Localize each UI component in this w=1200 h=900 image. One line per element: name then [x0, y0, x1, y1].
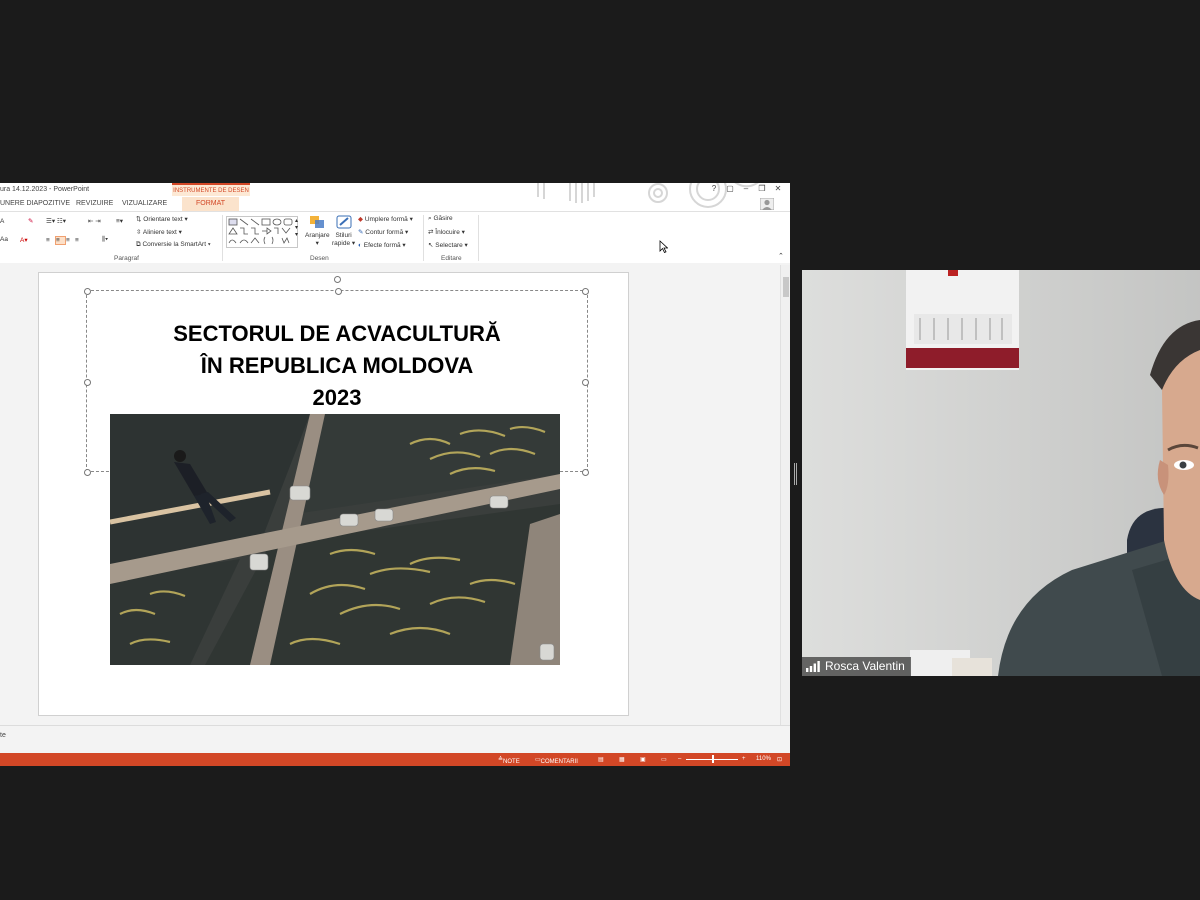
cursor-icon: ↖: [428, 242, 434, 249]
find-icon: ⌕: [428, 215, 432, 222]
zoom-out-button[interactable]: –: [678, 756, 681, 762]
smartart-button[interactable]: ⧉ Conversie la SmartArt ▾: [136, 241, 211, 249]
scroll-thumb[interactable]: [783, 277, 789, 297]
context-tab-group: INSTRUMENTE DE DESEN: [172, 183, 250, 196]
tab-slide-show[interactable]: UNERE DIAPOZITIVE: [0, 200, 70, 207]
tab-review[interactable]: REVIZUIRE: [76, 200, 113, 207]
align-text-button[interactable]: ⇳ Aliniere text ▾: [136, 228, 182, 236]
close-button[interactable]: ✕: [770, 184, 786, 193]
ribbon-tabs: UNERE DIAPOZITIVE REVIZUIRE VIZUALIZARE …: [0, 197, 790, 211]
window-title: ura 14.12.2023 - PowerPoint: [0, 186, 90, 193]
shape-effects-button[interactable]: ◐ Efecte formă ▾: [358, 241, 406, 249]
fit-slide-icon[interactable]: ⊡: [777, 756, 782, 763]
collapse-ribbon-icon[interactable]: ⌃: [778, 252, 784, 260]
paragraph-group-label: Paragraf: [114, 255, 139, 262]
ruler: [0, 263, 790, 271]
shape-fill-button[interactable]: ◆ Umplere formă ▾: [358, 215, 413, 223]
align-icons[interactable]: ≡ ≡ ≡ ≡: [46, 236, 84, 245]
arrange-button[interactable]: Aranjare ▾: [305, 214, 330, 247]
replace-icon: ⇄: [428, 229, 434, 236]
participant-name: Rosca Valentin: [825, 659, 905, 673]
help-button[interactable]: ?: [706, 184, 722, 193]
participant-video-frame: [802, 270, 1200, 676]
find-button[interactable]: ⌕ Găsire: [428, 215, 453, 223]
zoom-level[interactable]: 110%: [756, 756, 771, 762]
participant-video[interactable]: [802, 270, 1200, 676]
quick-styles-icon: [336, 215, 352, 229]
mouse-cursor-icon: [659, 240, 668, 253]
comments-button[interactable]: ▭ COMENTARII: [535, 756, 578, 765]
indent-icon[interactable]: ⇤ ⇥: [88, 217, 101, 225]
grow-font-button[interactable]: A: [0, 218, 4, 225]
notes-button[interactable]: ≙ NOTE: [498, 756, 520, 765]
bullets-icon[interactable]: ☰▾ ☷▾: [46, 217, 66, 225]
shapes-gallery[interactable]: [226, 216, 298, 248]
normal-view-icon[interactable]: ▤: [598, 756, 604, 763]
font-color-icon[interactable]: A▾: [20, 236, 28, 244]
ribbon-options-button[interactable]: ▢: [722, 184, 738, 193]
reading-view-icon[interactable]: ▣: [640, 756, 646, 763]
minimize-button[interactable]: –: [738, 184, 754, 193]
change-case-button[interactable]: Aa: [0, 236, 8, 243]
slideshow-icon[interactable]: ▭: [661, 756, 667, 763]
select-button[interactable]: ↖ Selectare ▾: [428, 241, 468, 249]
vertical-scrollbar[interactable]: [780, 265, 790, 725]
window-controls: ? ▢ – ❐ ✕: [706, 184, 786, 193]
signal-strength-icon: [806, 661, 820, 673]
orient-text-button[interactable]: ⇅ Orientare text ▾: [136, 215, 188, 223]
ribbon: A Aa ✎ A▾ ☰▾ ☷▾ ⇤ ⇥ ≡▾ ≡ ≡ ≡ ≡ ⫼▾ ⇅ Orienta…: [0, 211, 790, 265]
account-avatar[interactable]: [759, 197, 775, 212]
zoom-in-button[interactable]: +: [742, 756, 746, 762]
clear-format-icon[interactable]: ✎: [28, 217, 33, 225]
slide-title-line-1: SECTORUL DE ACVACULTURĂ: [173, 321, 501, 346]
fish-farm-photo[interactable]: [110, 414, 560, 665]
arrange-icon: [310, 216, 325, 228]
replace-button[interactable]: ⇄ Înlocuire ▾: [428, 228, 465, 236]
quick-styles-button[interactable]: Stiluri rapide ▾: [332, 214, 355, 247]
participant-name-tag: Rosca Valentin: [802, 657, 911, 676]
tab-view[interactable]: VIZUALIZARE: [122, 200, 167, 207]
status-bar: ≙ NOTE ▭ COMENTARII ▤ ▦ ▣ ▭ – + 110% ⊡: [0, 753, 790, 766]
drawing-group-label: Desen: [310, 255, 329, 262]
gallery-divider-handle[interactable]: [794, 463, 797, 485]
slide-title-line-2: ÎN REPUBLICA MOLDOVA: [200, 353, 474, 378]
columns-icon[interactable]: ⫼▾: [102, 236, 108, 244]
tab-format[interactable]: FORMAT: [182, 197, 240, 211]
editing-group-label: Editare: [441, 255, 462, 262]
line-spacing-icon[interactable]: ≡▾: [116, 217, 123, 225]
slide-sorter-icon[interactable]: ▦: [619, 756, 625, 763]
powerpoint-window: ura 14.12.2023 - PowerPoint INSTRUMENTE …: [0, 183, 790, 766]
rotate-handle-icon[interactable]: [334, 276, 341, 283]
restore-button[interactable]: ❐: [754, 184, 770, 193]
user-icon: [759, 197, 775, 211]
shape-outline-button[interactable]: ✎ Contur formă ▾: [358, 228, 408, 236]
slide-title-line-3: 2023: [312, 385, 362, 410]
notes-text: te: [0, 732, 6, 739]
notes-pane[interactable]: te: [0, 725, 790, 754]
shapes-more-icon[interactable]: ▴ ▾ ▾: [295, 217, 298, 238]
zoom-slider-thumb[interactable]: [712, 755, 714, 763]
